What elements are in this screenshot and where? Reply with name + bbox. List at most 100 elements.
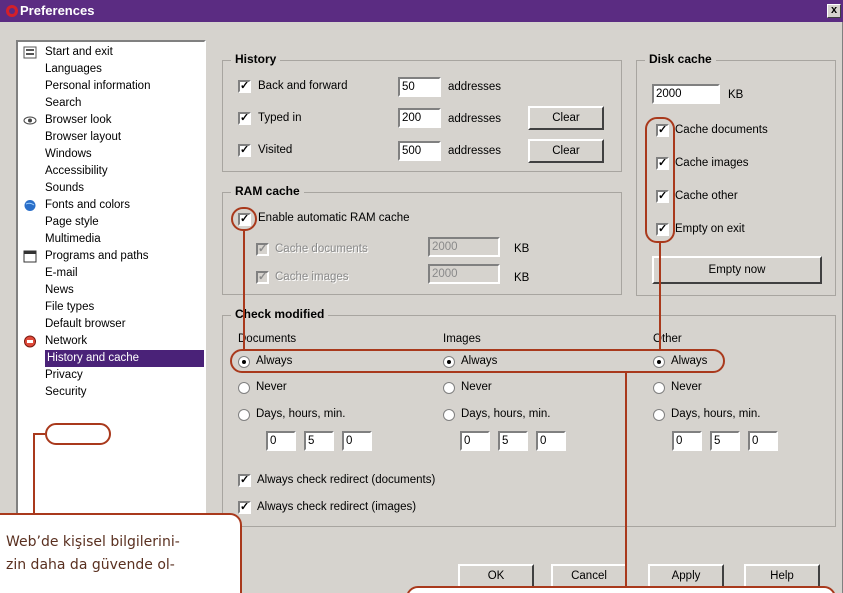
- images-days-radio[interactable]: [443, 409, 455, 421]
- disk-cache-size-input[interactable]: 2000: [652, 84, 720, 104]
- ram-cache-documents-input[interactable]: 2000: [428, 237, 500, 257]
- privacy-highlight: [45, 423, 111, 445]
- sidebar-item-browser-layout[interactable]: Browser layout: [45, 129, 121, 146]
- disk-cache-other-label: Cache other: [675, 190, 738, 202]
- sidebar-item-page-style[interactable]: Page style: [45, 214, 99, 231]
- start-exit-icon: [23, 46, 37, 59]
- ram-cache-images-checkbox[interactable]: ✓: [256, 271, 269, 284]
- preferences-window: Preferences x Start and exit Languages P…: [0, 0, 843, 593]
- sidebar-item-languages[interactable]: Languages: [45, 61, 102, 78]
- disk-cache-unit: KB: [728, 89, 744, 101]
- check-modified-title: Check modified: [231, 307, 329, 321]
- back-forward-unit: addresses: [448, 81, 502, 93]
- sidebar-item-news[interactable]: News: [45, 282, 74, 299]
- sidebar-item-programs-paths[interactable]: Programs and paths: [45, 248, 149, 265]
- network-icon: [24, 335, 36, 348]
- sidebar-item-sounds[interactable]: Sounds: [45, 180, 84, 197]
- images-hours-input[interactable]: 5: [498, 431, 528, 451]
- callout-line-1: Web’de kişisel bilgilerini-: [6, 534, 180, 550]
- help-button[interactable]: Help: [744, 564, 820, 588]
- sidebar-item-security[interactable]: Security: [45, 384, 87, 401]
- sidebar-item-personal-information[interactable]: Personal information: [45, 78, 150, 95]
- disk-cache-images-label: Cache images: [675, 157, 749, 169]
- sidebar-item-history-cache[interactable]: History and cache: [45, 350, 204, 367]
- sidebar-item-start-exit[interactable]: Start and exit: [45, 44, 113, 61]
- ram-cache-images-label: Cache images: [275, 271, 349, 283]
- close-button[interactable]: x: [827, 4, 841, 18]
- clear-typed-button[interactable]: Clear: [528, 106, 604, 130]
- privacy-connector-v: [33, 433, 35, 515]
- images-days-label: Days, hours, min.: [461, 408, 551, 420]
- sidebar-item-file-types[interactable]: File types: [45, 299, 94, 316]
- ram-cache-connector: [243, 231, 245, 350]
- documents-minutes-input[interactable]: 0: [342, 431, 372, 451]
- sidebar-item-network[interactable]: Network: [45, 333, 87, 350]
- images-header: Images: [443, 333, 481, 345]
- typed-in-input[interactable]: 200: [398, 108, 441, 128]
- title-bar[interactable]: Preferences x: [0, 0, 843, 22]
- ram-cache-documents-checkbox[interactable]: ✓: [256, 243, 269, 256]
- visited-unit: addresses: [448, 145, 502, 157]
- documents-days-radio[interactable]: [238, 409, 250, 421]
- opera-icon: [6, 5, 18, 17]
- documents-never-radio[interactable]: [238, 382, 250, 394]
- other-minutes-input[interactable]: 0: [748, 431, 778, 451]
- redirect-images-checkbox[interactable]: ✓: [238, 501, 251, 514]
- category-list[interactable]: Start and exit Languages Personal inform…: [16, 40, 206, 593]
- globe-icon: [24, 200, 36, 211]
- sidebar-item-multimedia[interactable]: Multimedia: [45, 231, 101, 248]
- disk-cache-connector: [659, 243, 661, 350]
- cancel-button[interactable]: Cancel: [551, 564, 627, 588]
- typed-in-label: Typed in: [258, 112, 302, 124]
- visited-checkbox[interactable]: ✓: [238, 144, 251, 157]
- ram-cache-highlight: [231, 207, 257, 231]
- redirect-documents-checkbox[interactable]: ✓: [238, 474, 251, 487]
- sidebar-item-fonts-colors[interactable]: Fonts and colors: [45, 197, 130, 214]
- empty-now-button[interactable]: Empty now: [652, 256, 822, 284]
- documents-days-input[interactable]: 0: [266, 431, 296, 451]
- eye-icon: [23, 116, 37, 125]
- clear-visited-button[interactable]: Clear: [528, 139, 604, 163]
- typed-in-unit: addresses: [448, 113, 502, 125]
- images-never-label: Never: [461, 381, 492, 393]
- other-never-label: Never: [671, 381, 702, 393]
- ok-button[interactable]: OK: [458, 564, 534, 588]
- always-row-connector: [625, 373, 627, 586]
- sidebar-item-default-browser[interactable]: Default browser: [45, 316, 126, 333]
- redirect-documents-label: Always check redirect (documents): [257, 474, 436, 486]
- visited-input[interactable]: 500: [398, 141, 441, 161]
- other-days-radio[interactable]: [653, 409, 665, 421]
- check-modified-group: Check modified: [222, 307, 836, 527]
- other-hours-input[interactable]: 5: [710, 431, 740, 451]
- documents-hours-input[interactable]: 5: [304, 431, 334, 451]
- typed-in-checkbox[interactable]: ✓: [238, 112, 251, 125]
- ram-cache-images-unit: KB: [514, 272, 530, 284]
- other-header: Other: [653, 333, 682, 345]
- sidebar-item-browser-look[interactable]: Browser look: [45, 112, 111, 129]
- documents-header: Documents: [238, 333, 297, 345]
- back-forward-input[interactable]: 50: [398, 77, 441, 97]
- other-never-radio[interactable]: [653, 382, 665, 394]
- sidebar-item-email[interactable]: E-mail: [45, 265, 78, 282]
- images-minutes-input[interactable]: 0: [536, 431, 566, 451]
- other-days-input[interactable]: 0: [672, 431, 702, 451]
- sidebar-item-windows[interactable]: Windows: [45, 146, 92, 163]
- images-never-radio[interactable]: [443, 382, 455, 394]
- callout-line-2: zin daha da güvende ol-: [6, 557, 175, 573]
- images-days-input[interactable]: 0: [460, 431, 490, 451]
- sidebar-item-search[interactable]: Search: [45, 95, 81, 112]
- window-title: Preferences: [20, 3, 95, 18]
- sidebar-item-privacy[interactable]: Privacy: [45, 367, 83, 384]
- annotation-callout-left: [0, 513, 242, 593]
- ram-cache-images-input[interactable]: 2000: [428, 264, 500, 284]
- history-title: History: [231, 52, 281, 66]
- annotation-callout-bottom: [406, 586, 836, 593]
- apply-button[interactable]: Apply: [648, 564, 724, 588]
- back-forward-checkbox[interactable]: ✓: [238, 80, 251, 93]
- ram-cache-documents-label: Cache documents: [275, 243, 368, 255]
- programs-icon: [23, 250, 37, 263]
- sidebar-item-accessibility[interactable]: Accessibility: [45, 163, 108, 180]
- documents-never-label: Never: [256, 381, 287, 393]
- visited-label: Visited: [258, 144, 293, 156]
- empty-on-exit-label: Empty on exit: [675, 223, 745, 235]
